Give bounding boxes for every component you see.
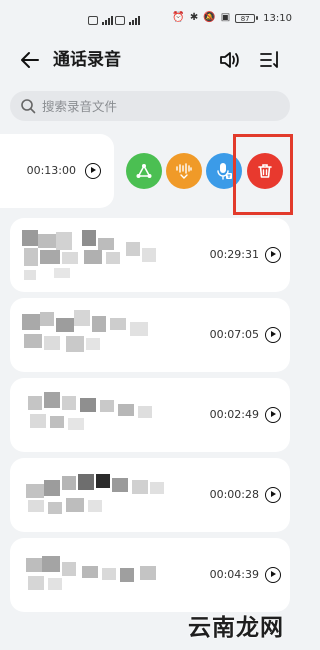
recording-item[interactable]: 00:07:05 [10, 298, 290, 372]
recording-item[interactable]: 00:00:28 [10, 458, 290, 532]
search-input[interactable] [42, 91, 282, 121]
watermark: 云南龙网 [188, 614, 284, 641]
tag-icon [176, 163, 192, 179]
share-icon [136, 164, 152, 178]
page-title: 通话录音 [53, 50, 121, 70]
alarm-icon: ⏰ [172, 12, 185, 23]
header: 通话录音 [0, 40, 300, 80]
play-icon[interactable] [85, 163, 101, 179]
share-button[interactable] [126, 153, 162, 189]
voice-to-text-icon [217, 163, 232, 180]
search-bar[interactable] [10, 91, 290, 121]
play-icon[interactable] [265, 567, 281, 583]
blurred-contact-name [22, 468, 172, 522]
recording-duration: 00:02:49 [209, 408, 259, 421]
sort-menu-button[interactable] [256, 48, 282, 72]
play-icon[interactable] [265, 487, 281, 503]
recording-duration: 00:07:05 [209, 328, 259, 341]
tag-button[interactable] [166, 153, 202, 189]
speaker-button[interactable] [217, 48, 243, 72]
bluetooth-icon: ✱ [189, 12, 199, 23]
swiped-recording-item[interactable]: 00:13:00 [0, 134, 114, 208]
play-icon[interactable] [265, 247, 281, 263]
nfc-icon: ▣ [220, 12, 231, 23]
speaker-icon [220, 52, 239, 68]
play-icon[interactable] [265, 327, 281, 343]
blurred-contact-name [22, 308, 172, 362]
recording-duration: 00:00:28 [209, 488, 259, 501]
signal-bars-icon-2 [129, 15, 140, 25]
play-icon[interactable] [265, 407, 281, 423]
blurred-contact-name [22, 388, 172, 442]
sim-icon-2 [115, 15, 125, 25]
sim-icon [88, 15, 98, 25]
blurred-contact-name [22, 548, 172, 602]
back-button[interactable] [18, 48, 42, 72]
mute-icon: 🔕 [203, 12, 216, 23]
signal-bars-icon [102, 15, 113, 25]
recording-duration: 00:13:00 [26, 164, 76, 177]
search-icon [21, 99, 36, 114]
status-bar: ⏰ ✱ 🔕 ▣ 87 13:10 [0, 0, 300, 36]
recording-item[interactable]: 00:29:31 [10, 218, 290, 292]
highlight-box [233, 134, 293, 215]
sort-icon [260, 51, 278, 68]
recording-item[interactable]: 00:02:49 [10, 378, 290, 452]
recording-duration: 00:04:39 [209, 568, 259, 581]
status-right: ⏰ ✱ 🔕 ▣ 87 13:10 [172, 12, 292, 24]
battery-icon: 87 [235, 13, 259, 23]
blurred-contact-name [22, 228, 172, 282]
back-arrow-icon [21, 52, 39, 68]
recording-duration: 00:29:31 [209, 248, 259, 261]
signal-indicators [88, 13, 140, 27]
recording-item[interactable]: 00:04:39 [10, 538, 290, 612]
clock: 13:10 [263, 12, 292, 24]
battery-level: 87 [235, 13, 256, 23]
